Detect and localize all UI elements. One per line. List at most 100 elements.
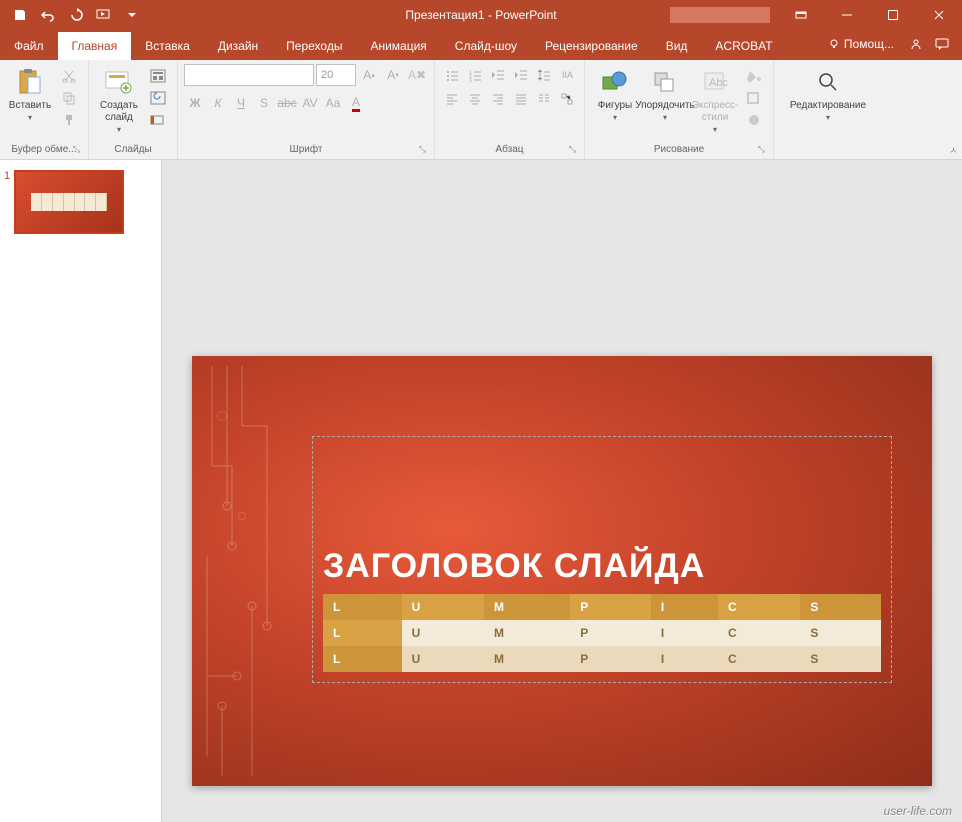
content-placeholder[interactable]: ЗАГОЛОВОК СЛАЙДА L U M P I C S L U M: [312, 436, 892, 683]
increase-indent-button[interactable]: [510, 64, 532, 86]
start-from-beginning-button[interactable]: [90, 1, 118, 29]
table-cell[interactable]: C: [718, 594, 800, 620]
table-cell[interactable]: I: [651, 620, 718, 646]
table-cell[interactable]: I: [651, 646, 718, 672]
paste-button[interactable]: Вставить▾: [6, 64, 54, 136]
tab-file[interactable]: Файл: [0, 32, 58, 60]
shape-effects-button[interactable]: [743, 110, 765, 130]
layout-button[interactable]: [147, 66, 169, 86]
qat-customize-button[interactable]: [118, 1, 146, 29]
justify-button[interactable]: [510, 88, 532, 110]
collapse-ribbon-button[interactable]: ㅅ: [949, 142, 958, 157]
tab-slideshow[interactable]: Слайд-шоу: [441, 32, 531, 60]
reset-button[interactable]: [147, 88, 169, 108]
tab-design[interactable]: Дизайн: [204, 32, 272, 60]
justify-icon: [514, 92, 528, 106]
font-name-input[interactable]: [184, 64, 314, 86]
columns-button[interactable]: [533, 88, 555, 110]
tab-review[interactable]: Рецензирование: [531, 32, 652, 60]
table-cell[interactable]: P: [570, 620, 651, 646]
save-button[interactable]: [6, 1, 34, 29]
smartart-button[interactable]: [556, 88, 578, 110]
table-row[interactable]: L U M P I C S: [323, 620, 881, 646]
table-cell[interactable]: M: [484, 594, 570, 620]
table-cell[interactable]: P: [570, 594, 651, 620]
tab-animations[interactable]: Анимация: [356, 32, 440, 60]
table-cell[interactable]: U: [402, 646, 484, 672]
bullets-button[interactable]: [441, 64, 463, 86]
copy-button[interactable]: [58, 88, 80, 108]
format-painter-button[interactable]: [58, 110, 80, 130]
account-name[interactable]: [670, 7, 770, 23]
numbering-button[interactable]: 123: [464, 64, 486, 86]
font-launcher[interactable]: ⤡: [419, 144, 426, 155]
redo-button[interactable]: [62, 1, 90, 29]
tab-home[interactable]: Главная: [58, 32, 132, 60]
table-cell[interactable]: P: [570, 646, 651, 672]
new-slide-button[interactable]: Создать слайд▾: [95, 64, 143, 136]
bold-button[interactable]: Ж: [184, 92, 206, 114]
slide-table[interactable]: L U M P I C S L U M P I C: [323, 594, 881, 672]
comments-button[interactable]: [930, 32, 954, 56]
section-button[interactable]: [147, 110, 169, 130]
table-cell[interactable]: I: [651, 594, 718, 620]
share-button[interactable]: [904, 32, 928, 56]
table-cell[interactable]: S: [800, 646, 881, 672]
window-title: Презентация1 - PowerPoint: [405, 8, 556, 22]
table-header-row[interactable]: L U M P I C S: [323, 594, 881, 620]
table-cell[interactable]: U: [402, 620, 484, 646]
table-cell[interactable]: S: [800, 594, 881, 620]
table-cell[interactable]: C: [718, 646, 800, 672]
shapes-button[interactable]: Фигуры▾: [591, 64, 639, 136]
table-cell[interactable]: C: [718, 620, 800, 646]
maximize-button[interactable]: [870, 0, 916, 30]
close-button[interactable]: [916, 0, 962, 30]
editing-button[interactable]: Редактирование▾: [780, 64, 876, 136]
cut-button[interactable]: [58, 66, 80, 86]
drawing-launcher[interactable]: ⤡: [758, 144, 765, 155]
table-cell[interactable]: M: [484, 646, 570, 672]
paragraph-launcher[interactable]: ⤡: [569, 144, 576, 155]
character-spacing-button[interactable]: AV: [299, 92, 321, 114]
underline-button[interactable]: Ч: [230, 92, 252, 114]
align-center-button[interactable]: [464, 88, 486, 110]
table-cell[interactable]: U: [402, 594, 484, 620]
slide-editor[interactable]: ЗАГОЛОВОК СЛАЙДА L U M P I C S L U M: [162, 160, 962, 822]
ribbon-display-button[interactable]: [778, 0, 824, 30]
decrease-font-button[interactable]: A▾: [382, 64, 404, 86]
tab-view[interactable]: Вид: [652, 32, 702, 60]
align-left-button[interactable]: [441, 88, 463, 110]
table-cell[interactable]: M: [484, 620, 570, 646]
font-size-input[interactable]: [316, 64, 356, 86]
quick-styles-button[interactable]: Abc Экспресс-стили▾: [691, 64, 739, 136]
font-color-button[interactable]: A: [345, 92, 367, 114]
italic-button[interactable]: К: [207, 92, 229, 114]
clipboard-launcher[interactable]: ⤡: [73, 144, 80, 155]
clear-formatting-button[interactable]: A✖: [406, 64, 428, 86]
undo-button[interactable]: [34, 1, 62, 29]
table-row[interactable]: L U M P I C S: [323, 646, 881, 672]
table-cell[interactable]: L: [323, 646, 402, 672]
increase-font-button[interactable]: A▴: [358, 64, 380, 86]
table-cell[interactable]: L: [323, 620, 402, 646]
change-case-button[interactable]: Aa: [322, 92, 344, 114]
tab-acrobat[interactable]: ACROBAT: [701, 32, 786, 60]
tab-insert[interactable]: Вставка: [131, 32, 204, 60]
line-spacing-button[interactable]: [533, 64, 555, 86]
strikethrough-button[interactable]: abc: [276, 92, 298, 114]
slide-canvas[interactable]: ЗАГОЛОВОК СЛАЙДА L U M P I C S L U M: [192, 356, 932, 786]
tell-me-button[interactable]: Помощ...: [820, 33, 902, 55]
slide-title[interactable]: ЗАГОЛОВОК СЛАЙДА: [323, 547, 881, 586]
slide-thumbnail-1[interactable]: [14, 170, 124, 234]
shadow-button[interactable]: S: [253, 92, 275, 114]
shape-outline-button[interactable]: [743, 88, 765, 108]
align-right-button[interactable]: [487, 88, 509, 110]
text-direction-button[interactable]: IIA: [556, 64, 578, 86]
shape-fill-button[interactable]: [743, 66, 765, 86]
decrease-indent-button[interactable]: [487, 64, 509, 86]
table-cell[interactable]: S: [800, 620, 881, 646]
arrange-button[interactable]: Упорядочить▾: [641, 64, 689, 136]
tab-transitions[interactable]: Переходы: [272, 32, 356, 60]
table-cell[interactable]: L: [323, 594, 402, 620]
minimize-button[interactable]: [824, 0, 870, 30]
